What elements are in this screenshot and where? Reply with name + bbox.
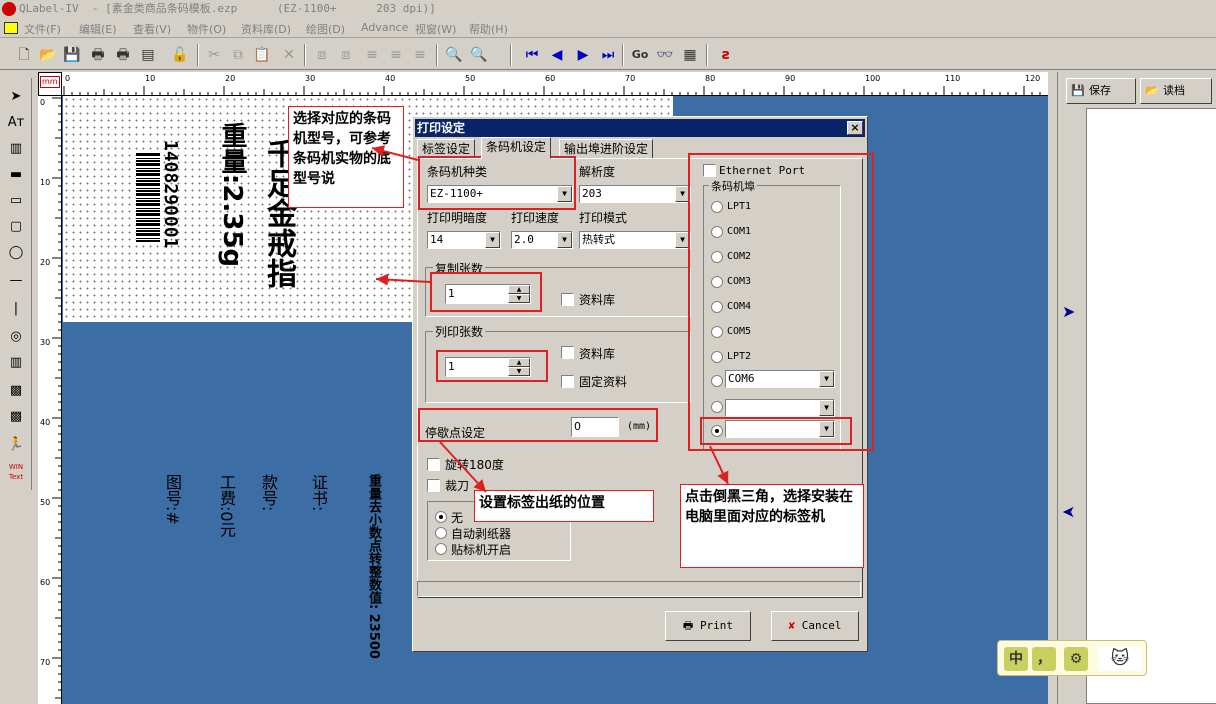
ime-punct-button[interactable]: ， xyxy=(1032,647,1056,671)
arrow-to-label xyxy=(375,273,431,286)
cat-mascot-icon: 🐱 xyxy=(1098,647,1142,671)
gear-icon[interactable]: ⚙ xyxy=(1064,647,1088,671)
annotation-arrows xyxy=(371,145,729,493)
tab-printer-settings[interactable]: 条码机设定 xyxy=(481,137,552,159)
arrow-to-position-note xyxy=(439,441,487,493)
ime-toolbar: 中 ， ⚙ 🐱 xyxy=(997,640,1147,676)
ime-lang-button[interactable]: 中 xyxy=(1004,647,1028,671)
arrow-to-port-note xyxy=(709,445,729,485)
arrow-to-model-note xyxy=(371,145,419,161)
